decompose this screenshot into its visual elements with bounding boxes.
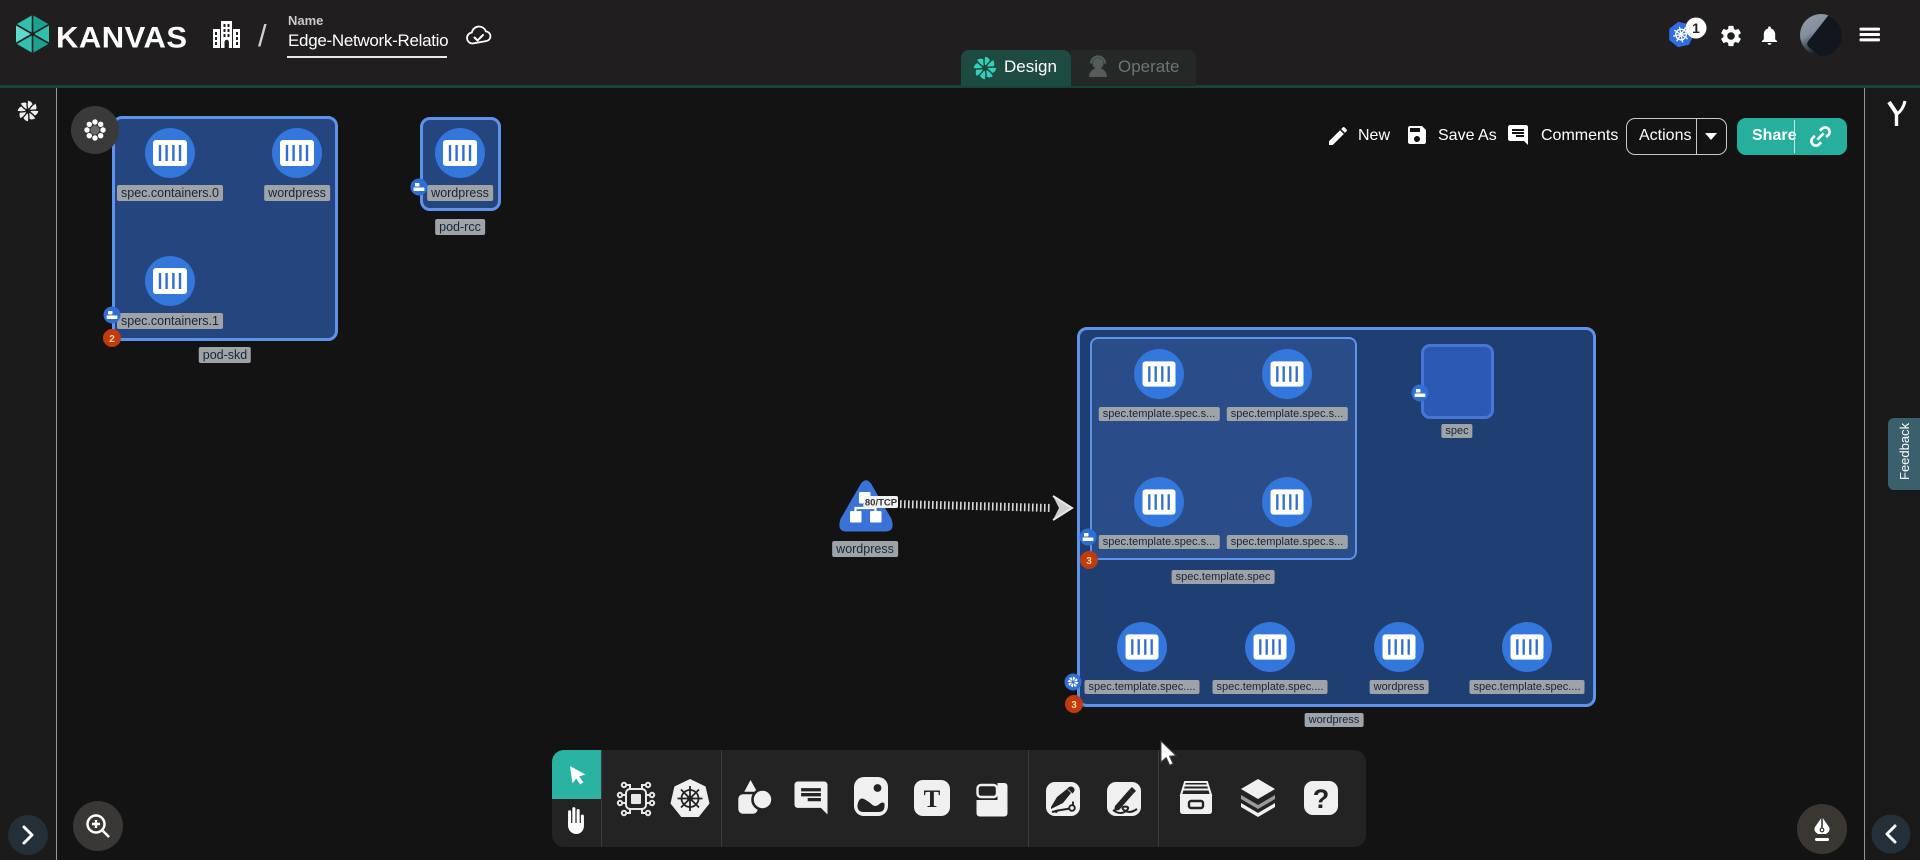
svg-text:80/TCP: 80/TCP (865, 498, 898, 509)
svg-text:3: 3 (1071, 700, 1077, 711)
